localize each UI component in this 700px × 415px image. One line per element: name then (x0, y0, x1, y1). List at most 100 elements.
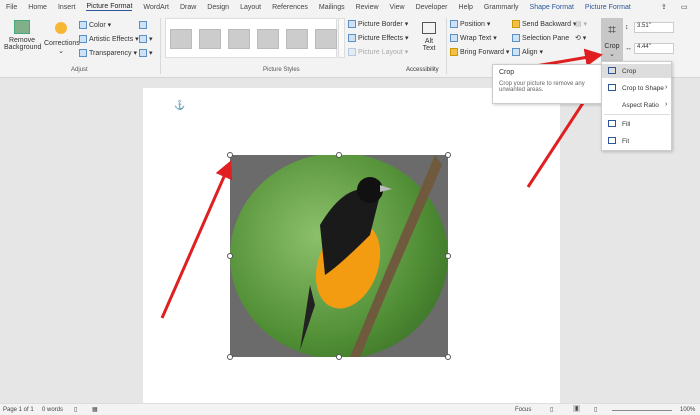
menu-item-aspect-ratio[interactable]: Aspect Ratio (622, 102, 659, 109)
tab-shape-format[interactable]: Shape Format (530, 4, 574, 11)
tab-home[interactable]: Home (28, 4, 47, 11)
picture-effects-icon (348, 34, 356, 43)
read-mode-icon[interactable]: ▯ (550, 406, 553, 413)
tab-view[interactable]: View (390, 4, 405, 11)
resize-handle-tl[interactable] (227, 152, 233, 158)
height-field[interactable]: 3.51" (634, 22, 674, 33)
resize-handle-tr[interactable] (445, 152, 451, 158)
zoom-slider[interactable] (612, 410, 672, 411)
remove-background-icon (14, 20, 30, 34)
tab-insert[interactable]: Insert (58, 4, 76, 11)
remove-background-button[interactable]: Remove Background (4, 20, 41, 51)
menu-item-crop-to-shape[interactable]: Crop to Shape (622, 85, 664, 92)
status-bar: Page 1 of 1 0 words ▯ ▦ Focus ▯ ▮ ▯ 100% (0, 403, 700, 415)
accessibility-group-label: Accessibility (406, 67, 439, 73)
position-button[interactable]: Position ▾ (450, 20, 490, 29)
picture-styles-gallery[interactable] (165, 18, 337, 58)
word-count[interactable]: 0 words (42, 407, 63, 413)
tab-grammarly[interactable]: Grammarly (484, 4, 519, 11)
alt-text-icon (422, 22, 436, 34)
fit-icon (608, 137, 616, 144)
send-backward-icon (512, 20, 520, 29)
zoom-level[interactable]: 100% (680, 407, 695, 413)
picture-style-4[interactable] (257, 29, 279, 49)
tab-mailings[interactable]: Mailings (319, 4, 345, 11)
resize-handle-bl[interactable] (227, 354, 233, 360)
chevron-right-icon: › (665, 101, 668, 108)
selection-pane-icon (512, 34, 520, 42)
tab-help[interactable]: Help (459, 4, 473, 11)
height-icon: ↕ (625, 24, 629, 31)
group-icon[interactable]: ▤ ▾ (575, 20, 587, 28)
comments-icon[interactable]: ▭ (681, 3, 688, 11)
macro-icon[interactable]: ▦ (92, 406, 98, 413)
wrap-text-button[interactable]: Wrap Text ▾ (450, 34, 497, 43)
wrap-text-icon (450, 34, 458, 43)
focus-button[interactable]: Focus (515, 407, 531, 413)
sun-icon (55, 22, 67, 34)
alt-text-button[interactable]: Alt Text (419, 22, 439, 52)
width-icon: ↔ (625, 45, 632, 52)
width-field[interactable]: 4.44" (634, 43, 674, 54)
bring-forward-icon (450, 48, 458, 57)
anchor-icon: ⚓ (174, 100, 186, 110)
position-icon (450, 20, 458, 29)
resize-handle-mr[interactable] (445, 253, 451, 259)
change-picture-icon[interactable]: ▾ (139, 35, 153, 44)
picture-style-5[interactable] (286, 29, 308, 49)
tab-developer[interactable]: Developer (416, 4, 448, 11)
tab-review[interactable]: Review (356, 4, 379, 11)
chevron-right-icon: › (665, 84, 668, 91)
crop-icon (608, 67, 616, 74)
web-layout-icon[interactable]: ▯ (594, 406, 597, 413)
menu-item-fill[interactable]: Fill (622, 121, 630, 128)
resize-handle-ml[interactable] (227, 253, 233, 259)
tab-design[interactable]: Design (207, 4, 229, 11)
tab-references[interactable]: References (272, 4, 308, 11)
proofing-icon[interactable]: ▯ (74, 406, 77, 413)
print-layout-icon[interactable]: ▮ (573, 405, 581, 412)
color-button[interactable]: Color ▾ (79, 21, 111, 30)
resize-handle-br[interactable] (445, 354, 451, 360)
rotate-icon[interactable]: ⟲ ▾ (575, 34, 586, 42)
resize-handle-bc[interactable] (336, 354, 342, 360)
tab-picture-format[interactable]: Picture Format (86, 3, 133, 11)
compress-pictures-icon[interactable] (139, 21, 149, 29)
picture-style-1[interactable] (170, 29, 192, 49)
picture-style-3[interactable] (228, 29, 250, 49)
send-backward-button[interactable]: Send Backward ▾ (512, 20, 577, 29)
picture-border-button[interactable]: Picture Border ▾ (348, 20, 408, 29)
crop-dropdown-menu: Crop Crop to Shape › Aspect Ratio › Fill… (601, 61, 672, 151)
picture-layout-button[interactable]: Picture Layout ▾ (348, 48, 408, 57)
tab-wordart[interactable]: WordArt (143, 4, 169, 11)
crop-to-shape-icon (608, 84, 616, 91)
menu-item-fit[interactable]: Fit (622, 138, 629, 145)
bird-illustration (300, 155, 442, 357)
share-icon[interactable]: ⇪ (661, 3, 667, 11)
tab-layout[interactable]: Layout (240, 4, 261, 11)
artistic-effects-button[interactable]: Artistic Effects ▾ (79, 35, 139, 44)
reset-picture-icon[interactable]: ▾ (139, 49, 153, 58)
tab-file[interactable]: File (6, 4, 17, 11)
ribbon-tabs: File Home Insert Picture Format WordArt … (0, 0, 700, 14)
transparency-button[interactable]: Transparency ▾ (79, 49, 137, 58)
adjust-group-label: Adjust (71, 67, 88, 73)
page-count[interactable]: Page 1 of 1 (3, 407, 34, 413)
picture-layout-icon (348, 48, 356, 57)
picture-styles-group-label: Picture Styles (263, 67, 300, 73)
corrections-button[interactable]: Corrections ⌄ (44, 20, 80, 55)
crop-icon: ⌗ (608, 21, 616, 37)
tab-picture-format-2[interactable]: Picture Format (585, 4, 631, 11)
resize-handle-tc[interactable] (336, 152, 342, 158)
transparency-icon (79, 49, 87, 58)
picture-style-6[interactable] (315, 29, 337, 49)
picture-style-2[interactable] (199, 29, 221, 49)
tab-draw[interactable]: Draw (180, 4, 196, 11)
bring-forward-button[interactable]: Bring Forward ▾ (450, 48, 509, 57)
selection-pane-button[interactable]: Selection Pane (512, 34, 569, 42)
align-button[interactable]: Align ▾ (512, 48, 543, 57)
bird-picture[interactable] (230, 155, 448, 357)
gallery-scroll[interactable] (338, 18, 345, 58)
picture-effects-button[interactable]: Picture Effects ▾ (348, 34, 408, 43)
artistic-effects-icon (79, 35, 87, 44)
